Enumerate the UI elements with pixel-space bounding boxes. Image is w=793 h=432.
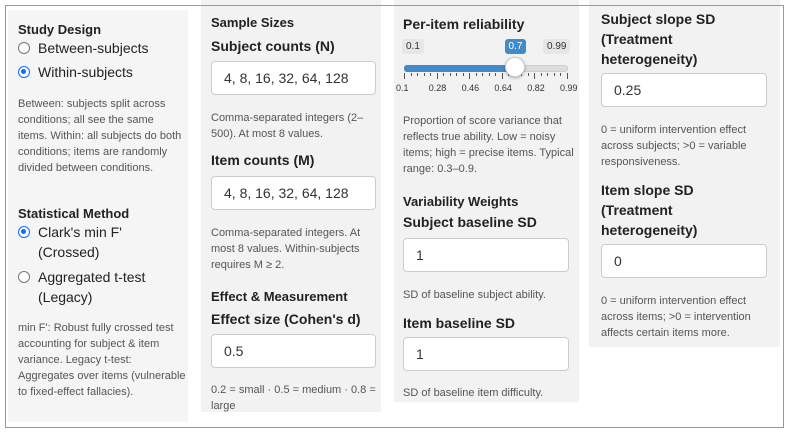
slider-min-badge: 0.1 bbox=[402, 39, 424, 54]
subject-slope-label: Subject slope SD (Treatment heterogeneit… bbox=[601, 11, 716, 67]
study-design-title: Study Design bbox=[18, 22, 102, 37]
slider-minor-tick bbox=[462, 73, 464, 76]
subject-baseline-label: Subject baseline SD bbox=[403, 214, 537, 230]
slider-major-tick bbox=[567, 73, 568, 79]
subject-slope-help: 0 = uniform intervention effect across s… bbox=[601, 124, 747, 168]
radio-min-f-label: Clark's min F' bbox=[38, 224, 122, 240]
subject-slope-input[interactable]: 0.25 bbox=[601, 73, 767, 107]
effect-measurement-title: Effect & Measurement bbox=[211, 289, 348, 304]
slider-minor-tick bbox=[560, 73, 562, 76]
slider-minor-tick bbox=[423, 73, 425, 76]
item-baseline-input[interactable]: 1 bbox=[403, 337, 569, 371]
effect-size-help: 0.2 = small · 0.5 = medium · 0.8 = large bbox=[211, 384, 376, 412]
subject-counts-label: Subject counts (N) bbox=[211, 38, 335, 54]
radio-min-f[interactable]: Clark's min F' (Crossed) bbox=[18, 222, 122, 262]
slider-tick-label: 0.64 bbox=[494, 83, 512, 93]
slider-minor-tick bbox=[495, 73, 497, 76]
slider-tick-label: 0.99 bbox=[560, 83, 578, 93]
radio-aggregated-t[interactable]: Aggregated t-test (Legacy) bbox=[18, 267, 145, 307]
item-slope-input[interactable]: 0 bbox=[601, 244, 767, 278]
item-baseline-label: Item baseline SD bbox=[403, 315, 516, 331]
subject-counts-help: Comma-separated integers (2–500). At mos… bbox=[211, 112, 364, 140]
slider-minor-tick bbox=[443, 73, 445, 76]
statistical-method-help: min F': Robust fully crossed test accoun… bbox=[18, 322, 186, 398]
slider-minor-tick bbox=[540, 73, 542, 76]
slider-major-tick bbox=[436, 73, 438, 79]
subject-counts-input[interactable]: 4, 8, 16, 32, 64, 128 bbox=[211, 61, 376, 95]
slider-major-tick bbox=[501, 73, 503, 79]
slider-minor-tick bbox=[475, 73, 477, 76]
slider-minor-tick bbox=[527, 73, 529, 76]
slider-tick-label: 0.28 bbox=[428, 83, 447, 93]
radio-between-subjects[interactable]: Between-subjects bbox=[18, 38, 149, 58]
slider-tick-label: 0.46 bbox=[461, 83, 480, 93]
sample-sizes-title: Sample Sizes bbox=[211, 15, 295, 30]
slider-tick-label: 0.82 bbox=[527, 83, 545, 93]
radio-within-indicator[interactable] bbox=[18, 66, 30, 78]
design-panel: Study Design Between-subjects Within-sub… bbox=[8, 10, 188, 422]
slider-max-badge: 0.99 bbox=[543, 39, 571, 54]
effect-size-label: Effect size (Cohen's d) bbox=[211, 311, 361, 327]
slider-minor-tick bbox=[449, 73, 451, 76]
slider-minor-tick bbox=[417, 73, 419, 76]
slider-minor-tick bbox=[430, 73, 432, 76]
item-counts-help: Comma-separated integers. At most 8 valu… bbox=[211, 227, 361, 271]
radio-min-f-sublabel: (Crossed) bbox=[38, 244, 100, 260]
slider-minor-tick bbox=[410, 73, 412, 76]
slider-major-tick bbox=[534, 73, 536, 79]
radio-aggregated-t-indicator[interactable] bbox=[18, 271, 30, 283]
radio-within-subjects[interactable]: Within-subjects bbox=[18, 62, 133, 82]
slider-major-tick bbox=[469, 73, 471, 79]
slider-major-tick bbox=[404, 73, 405, 79]
reliability-help: Proportion of score variance that reflec… bbox=[403, 115, 574, 175]
reliability-label: Per-item reliability bbox=[403, 16, 525, 32]
slider-minor-tick bbox=[482, 73, 484, 76]
radio-min-f-indicator[interactable] bbox=[18, 226, 30, 238]
slider-tick-label: 0.1 bbox=[396, 83, 409, 93]
slider-minor-tick bbox=[547, 73, 549, 76]
slider-fill bbox=[404, 65, 515, 72]
radio-between-indicator[interactable] bbox=[18, 42, 30, 54]
radio-aggregated-t-sublabel: (Legacy) bbox=[38, 289, 93, 305]
radio-between-label: Between-subjects bbox=[38, 40, 149, 56]
item-slope-help: 0 = uniform intervention effect across i… bbox=[601, 295, 751, 339]
reliability-panel: Per-item reliability 0.1 0.7 0.99 0.1 0.2… bbox=[394, 0, 579, 402]
treatment-panel: Subject slope SD (Treatment heterogeneit… bbox=[589, 0, 780, 347]
item-baseline-help: SD of baseline item difficulty. bbox=[403, 387, 544, 399]
subject-baseline-input[interactable]: 1 bbox=[403, 238, 569, 272]
study-design-help: Between: subjects split across condition… bbox=[18, 98, 182, 174]
slider-minor-tick bbox=[456, 73, 458, 76]
slider-minor-tick bbox=[553, 73, 555, 76]
variability-title: Variability Weights bbox=[403, 194, 519, 209]
subject-baseline-help: SD of baseline subject ability. bbox=[403, 289, 546, 301]
slider-minor-tick bbox=[488, 73, 490, 76]
statistical-method-title: Statistical Method bbox=[18, 206, 130, 221]
slider-handle[interactable] bbox=[504, 57, 525, 77]
slider-value-badge: 0.7 bbox=[504, 39, 527, 54]
effect-size-input[interactable]: 0.5 bbox=[211, 334, 376, 368]
item-slope-label: Item slope SD (Treatment heterogeneity) bbox=[601, 182, 698, 238]
radio-within-label: Within-subjects bbox=[38, 64, 133, 80]
item-counts-label: Item counts (M) bbox=[211, 152, 315, 168]
item-counts-input[interactable]: 4, 8, 16, 32, 64, 128 bbox=[211, 176, 376, 210]
sample-sizes-panel: Sample Sizes Subject counts (N) 4, 8, 16… bbox=[201, 0, 381, 412]
radio-aggregated-t-label: Aggregated t-test bbox=[38, 269, 146, 285]
